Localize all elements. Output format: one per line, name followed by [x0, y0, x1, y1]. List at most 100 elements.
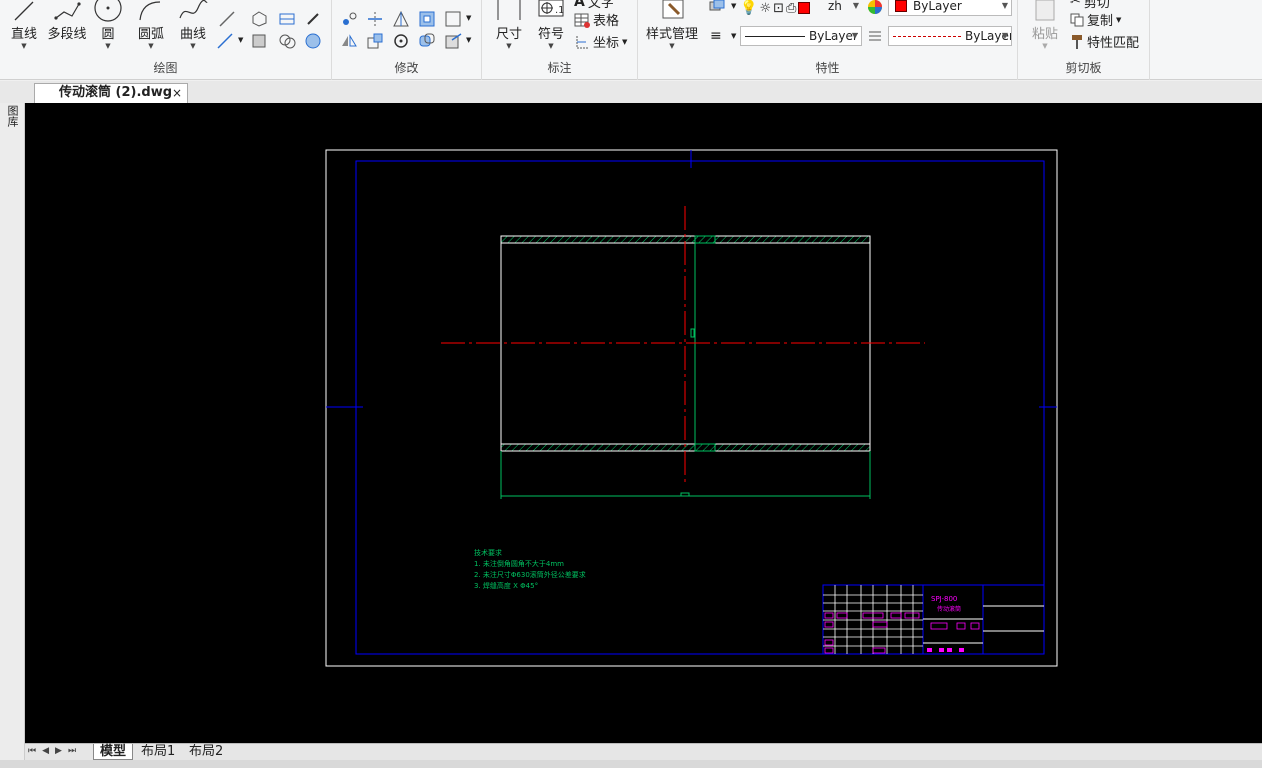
arc-icon — [139, 1, 161, 21]
symbol-label: 符号 — [537, 27, 564, 42]
clipboard-group-label: 剪切板 — [1065, 61, 1102, 75]
point-icon[interactable] — [304, 10, 322, 28]
left-side-panel: 图库 — [0, 81, 25, 768]
layer-manager-icon[interactable] — [708, 0, 726, 16]
draw-group-label: 绘图 — [153, 61, 178, 75]
curve-label: 曲线 — [179, 27, 206, 42]
chevron-down-icon: ▼ — [1042, 42, 1048, 50]
sun-icon[interactable]: ☼ — [759, 1, 771, 16]
polyline-icon — [54, 2, 81, 20]
chevron-down-icon: ▼ — [548, 42, 554, 50]
annotate-group: 尺寸 ▼ .1 符号 ▼ A 文字 表格 坐标 ▼ 标注 — [482, 0, 638, 80]
layer-select[interactable]: zh ▼ — [824, 0, 862, 17]
tab-model[interactable]: 模型 — [93, 744, 134, 760]
symbol-icon: .1 — [538, 0, 565, 17]
document-title: 传动滚筒 (2).dwg — [59, 85, 173, 100]
drawing-frame — [355, 160, 1045, 655]
layer-value: zh — [828, 0, 842, 13]
table-button[interactable]: 表格 — [574, 10, 619, 29]
brush-icon — [1072, 34, 1082, 49]
mirror-icon[interactable] — [340, 32, 358, 50]
chevron-down-icon: ▼ — [21, 42, 27, 50]
tab-layout1[interactable]: 布局1 — [135, 744, 181, 760]
chevron-down-icon: ▼ — [851, 31, 858, 40]
paste-icon — [1035, 0, 1055, 21]
circle-button[interactable]: 圆 ▼ — [93, 0, 123, 50]
draw-group: 直线 ▼ 多段线 圆 ▼ 圆弧 ▼ 曲线 ▼ ▼ 绘图 — [0, 0, 332, 80]
color-select[interactable]: ByLayer ▼ — [888, 0, 1012, 16]
array-icon[interactable] — [392, 10, 410, 28]
revcloud-icon[interactable] — [304, 32, 322, 50]
technical-notes[interactable]: 技术要求 1. 未注倒角圆角不大于4mm 2. 未注尺寸Φ630滚筒外径公差要求… — [474, 548, 586, 590]
fillet-icon[interactable] — [418, 32, 436, 50]
paste-button[interactable]: 粘贴 ▼ — [1028, 0, 1062, 50]
region-icon[interactable] — [278, 32, 296, 50]
curve-button[interactable]: 曲线 ▼ — [176, 0, 210, 50]
bulb-icon[interactable]: 💡 — [740, 0, 757, 16]
dimension-icon — [497, 0, 521, 20]
dimension-label: 尺寸 — [495, 27, 522, 42]
curve-icon — [179, 0, 208, 19]
modify-group: ▼ ▼ 修改 — [332, 0, 482, 80]
ray-icon[interactable] — [218, 10, 236, 28]
layer-status-icons: 💡 ☼ ⊡ ⎙ — [740, 0, 811, 18]
coord-button[interactable]: 坐标 ▼ — [574, 32, 627, 51]
table-label: 表格 — [593, 14, 620, 29]
lock-icon[interactable]: ⊡ — [773, 1, 784, 16]
trim-icon[interactable] — [366, 10, 384, 28]
match-props-button[interactable]: 特性匹配 — [1070, 32, 1139, 51]
circle-icon — [94, 0, 122, 22]
lineweight-select[interactable]: ByLayer ▼ — [888, 26, 1012, 46]
chevron-down-icon: ▼ — [731, 2, 737, 10]
layout-nav-buttons[interactable]: ⏮◀▶⏭ — [28, 746, 82, 756]
document-tab-bar: 传动滚筒 (2).dwg × — [0, 81, 1262, 103]
svg-text:.1: .1 — [555, 5, 565, 16]
library-label[interactable]: 图库 — [6, 105, 19, 127]
hatch-icon[interactable] — [278, 10, 296, 28]
lineweight-icon[interactable]: ≡ — [710, 28, 722, 44]
style-manager-icon — [662, 0, 684, 19]
rotate-icon[interactable] — [392, 32, 410, 50]
paper-border — [325, 149, 1058, 667]
polygon-icon[interactable] — [250, 10, 268, 28]
style-manager-button[interactable]: 样式管理 ▼ — [644, 0, 700, 50]
copy-button[interactable]: 复制 ▼ — [1070, 10, 1121, 29]
layer-color-swatch[interactable] — [798, 2, 811, 14]
copy-label: 复制 — [1087, 14, 1114, 29]
explode-icon[interactable] — [444, 32, 462, 50]
document-tab[interactable]: 传动滚筒 (2).dwg × — [34, 83, 188, 103]
chevron-down-icon: ▼ — [852, 1, 859, 10]
scissors-icon: ✂ — [1070, 0, 1081, 9]
rectangle-icon[interactable] — [250, 32, 268, 50]
printer-icon[interactable]: ⎙ — [786, 1, 796, 16]
stretch-icon[interactable] — [444, 10, 462, 28]
modify-group-label: 修改 — [394, 61, 419, 75]
offset-icon[interactable] — [418, 10, 436, 28]
line-button[interactable]: 直线 ▼ — [8, 0, 40, 50]
arc-button[interactable]: 圆弧 ▼ — [135, 0, 167, 50]
chevron-down-icon: ▼ — [669, 42, 675, 50]
arc-label: 圆弧 — [137, 27, 164, 42]
tab-layout2[interactable]: 布局2 — [183, 744, 229, 760]
scale-icon[interactable] — [366, 32, 384, 50]
chevron-down-icon: ▼ — [105, 42, 111, 50]
close-icon[interactable]: × — [172, 84, 182, 102]
coord-icon — [576, 35, 589, 48]
drawing-code: SPJ-800 — [931, 595, 957, 603]
circle-label: 圆 — [101, 27, 115, 42]
transparency-icon[interactable] — [866, 27, 884, 45]
clipboard-group: 粘贴 ▼ ✂ 剪切 复制 ▼ 特性匹配 剪切板 — [1018, 0, 1150, 80]
construction-line-icon[interactable] — [216, 32, 234, 50]
drawing-canvas[interactable]: 技术要求 1. 未注倒角圆角不大于4mm 2. 未注尺寸Φ630滚筒外径公差要求… — [25, 103, 1262, 743]
table-icon — [574, 13, 590, 28]
move-icon[interactable] — [340, 10, 358, 28]
cad-drawing: 技术要求 1. 未注倒角圆角不大于4mm 2. 未注尺寸Φ630滚筒外径公差要求… — [325, 149, 1058, 667]
line-label: 直线 — [10, 27, 37, 42]
title-block[interactable]: SPJ-800 传动滚筒 — [822, 584, 1045, 655]
chevron-down-icon: ▼ — [1001, 1, 1008, 10]
symbol-button[interactable]: .1 符号 ▼ — [534, 0, 568, 50]
dimension-button[interactable]: 尺寸 ▼ — [492, 0, 526, 50]
color-wheel-icon[interactable] — [866, 0, 884, 16]
linetype-select[interactable]: ByLayer ▼ — [740, 26, 862, 46]
polyline-button[interactable]: 多段线 — [46, 0, 88, 42]
